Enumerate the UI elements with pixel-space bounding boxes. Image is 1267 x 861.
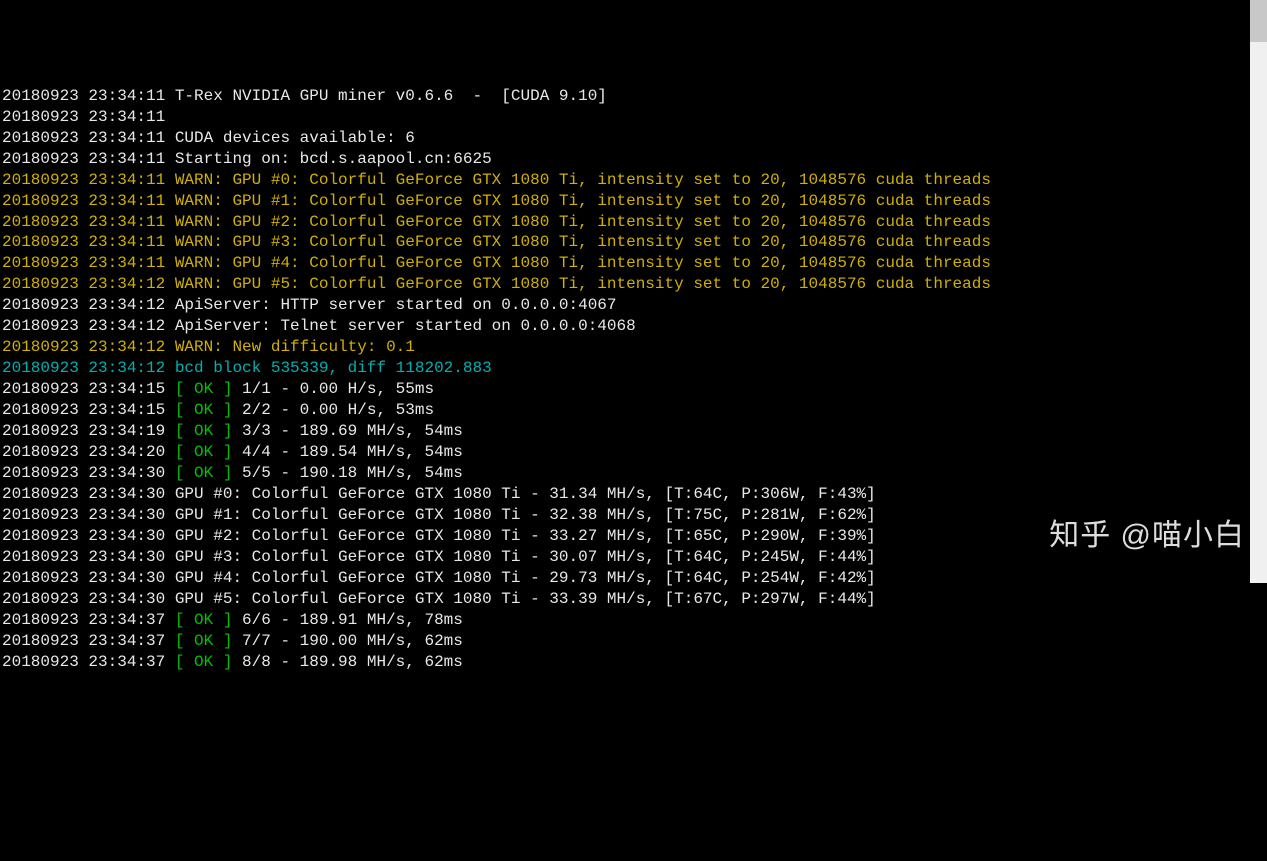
log-line: 20180923 23:34:30 [ OK ] 5/5 - 190.18 MH…: [2, 463, 1267, 484]
log-line: 20180923 23:34:30 GPU #4: Colorful GeFor…: [2, 568, 1267, 589]
log-message: 20180923 23:34:11 WARN: GPU #2: Colorful…: [2, 213, 991, 231]
log-line: 20180923 23:34:12 WARN: GPU #5: Colorful…: [2, 274, 1267, 295]
log-line: 20180923 23:34:12 ApiServer: HTTP server…: [2, 295, 1267, 316]
log-line: 20180923 23:34:37 [ OK ] 6/6 - 189.91 MH…: [2, 610, 1267, 631]
log-timestamp: 20180923 23:34:37: [2, 632, 175, 650]
log-line: 20180923 23:34:37 [ OK ] 7/7 - 190.00 MH…: [2, 631, 1267, 652]
log-timestamp: 20180923 23:34:30: [2, 464, 175, 482]
log-message: 20180923 23:34:11 CUDA devices available…: [2, 129, 415, 147]
watermark: 知乎 @喵小白: [1049, 516, 1245, 555]
log-timestamp: 20180923 23:34:15: [2, 380, 175, 398]
log-message: 20180923 23:34:12 ApiServer: Telnet serv…: [2, 317, 636, 335]
log-message: 20180923 23:34:30 GPU #1: Colorful GeFor…: [2, 506, 876, 524]
log-message: 5/5 - 190.18 MH/s, 54ms: [232, 464, 462, 482]
ok-badge: [ OK ]: [175, 464, 233, 482]
log-message: 7/7 - 190.00 MH/s, 62ms: [232, 632, 462, 650]
log-message: 4/4 - 189.54 MH/s, 54ms: [232, 443, 462, 461]
log-message: 20180923 23:34:12 WARN: GPU #5: Colorful…: [2, 275, 991, 293]
log-line: 20180923 23:34:11 WARN: GPU #1: Colorful…: [2, 191, 1267, 212]
ok-badge: [ OK ]: [175, 611, 233, 629]
log-line: 20180923 23:34:11 WARN: GPU #3: Colorful…: [2, 232, 1267, 253]
log-message: 20180923 23:34:30 GPU #4: Colorful GeFor…: [2, 569, 876, 587]
log-timestamp: 20180923 23:34:19: [2, 422, 175, 440]
ok-badge: [ OK ]: [175, 422, 233, 440]
log-message: 20180923 23:34:11 WARN: GPU #3: Colorful…: [2, 233, 991, 251]
log-line: 20180923 23:34:12 WARN: New difficulty: …: [2, 337, 1267, 358]
log-line: 20180923 23:34:11 WARN: GPU #0: Colorful…: [2, 170, 1267, 191]
scrollbar-thumb[interactable]: [1250, 0, 1267, 42]
log-message: 3/3 - 189.69 MH/s, 54ms: [232, 422, 462, 440]
scrollbar-track[interactable]: [1250, 0, 1267, 583]
log-line: 20180923 23:34:37 [ OK ] 8/8 - 189.98 MH…: [2, 652, 1267, 673]
ok-badge: [ OK ]: [175, 380, 233, 398]
log-message: 20180923 23:34:11 WARN: GPU #1: Colorful…: [2, 192, 991, 210]
log-timestamp: 20180923 23:34:37: [2, 611, 175, 629]
log-line: 20180923 23:34:30 GPU #5: Colorful GeFor…: [2, 589, 1267, 610]
log-message: 20180923 23:34:12 ApiServer: HTTP server…: [2, 296, 617, 314]
ok-badge: [ OK ]: [175, 653, 233, 671]
log-line: 20180923 23:34:12 bcd block 535339, diff…: [2, 358, 1267, 379]
log-message: 20180923 23:34:30 GPU #3: Colorful GeFor…: [2, 548, 876, 566]
log-line: 20180923 23:34:30 GPU #0: Colorful GeFor…: [2, 484, 1267, 505]
log-message: 20180923 23:34:11 WARN: GPU #4: Colorful…: [2, 254, 991, 272]
log-line: 20180923 23:34:19 [ OK ] 3/3 - 189.69 MH…: [2, 421, 1267, 442]
log-message: 20180923 23:34:30 GPU #0: Colorful GeFor…: [2, 485, 876, 503]
log-timestamp: 20180923 23:34:15: [2, 401, 175, 419]
log-message: 20180923 23:34:30 GPU #2: Colorful GeFor…: [2, 527, 876, 545]
log-line: 20180923 23:34:11: [2, 107, 1267, 128]
log-line: 20180923 23:34:15 [ OK ] 1/1 - 0.00 H/s,…: [2, 379, 1267, 400]
log-line: 20180923 23:34:11 Starting on: bcd.s.aap…: [2, 149, 1267, 170]
log-message: 20180923 23:34:11 Starting on: bcd.s.aap…: [2, 150, 492, 168]
ok-badge: [ OK ]: [175, 632, 233, 650]
log-line: 20180923 23:34:11 CUDA devices available…: [2, 128, 1267, 149]
log-message: 20180923 23:34:30 GPU #5: Colorful GeFor…: [2, 590, 876, 608]
log-line: 20180923 23:34:12 ApiServer: Telnet serv…: [2, 316, 1267, 337]
log-line: 20180923 23:34:11 WARN: GPU #4: Colorful…: [2, 253, 1267, 274]
log-message: 20180923 23:34:11 T-Rex NVIDIA GPU miner…: [2, 87, 607, 105]
log-message: 6/6 - 189.91 MH/s, 78ms: [232, 611, 462, 629]
log-message: 20180923 23:34:11 WARN: GPU #0: Colorful…: [2, 171, 991, 189]
log-line: 20180923 23:34:11 WARN: GPU #2: Colorful…: [2, 212, 1267, 233]
log-message: 20180923 23:34:12 bcd block 535339, diff…: [2, 359, 492, 377]
log-line: 20180923 23:34:11 T-Rex NVIDIA GPU miner…: [2, 86, 1267, 107]
log-line: 20180923 23:34:20 [ OK ] 4/4 - 189.54 MH…: [2, 442, 1267, 463]
ok-badge: [ OK ]: [175, 443, 233, 461]
log-message: 20180923 23:34:11: [2, 108, 165, 126]
log-timestamp: 20180923 23:34:20: [2, 443, 175, 461]
log-message: 2/2 - 0.00 H/s, 53ms: [232, 401, 434, 419]
log-message: 20180923 23:34:12 WARN: New difficulty: …: [2, 338, 415, 356]
log-timestamp: 20180923 23:34:37: [2, 653, 175, 671]
log-line: 20180923 23:34:15 [ OK ] 2/2 - 0.00 H/s,…: [2, 400, 1267, 421]
log-message: 8/8 - 189.98 MH/s, 62ms: [232, 653, 462, 671]
ok-badge: [ OK ]: [175, 401, 233, 419]
terminal-output: 20180923 23:34:11 T-Rex NVIDIA GPU miner…: [0, 84, 1267, 673]
log-message: 1/1 - 0.00 H/s, 55ms: [232, 380, 434, 398]
